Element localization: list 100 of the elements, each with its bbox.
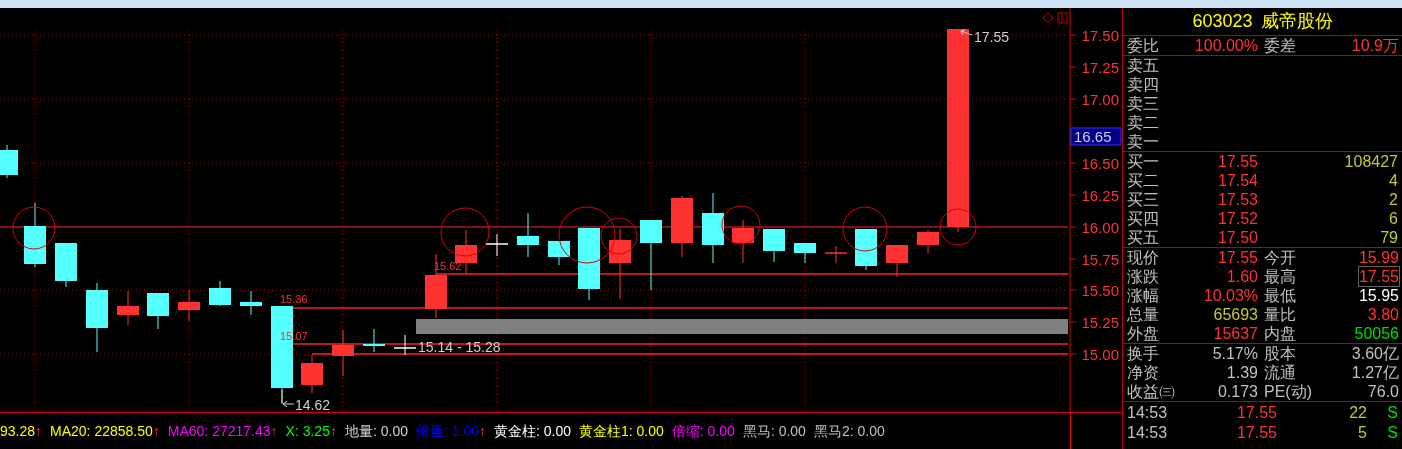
tick-time: 14:53 [1127, 403, 1169, 423]
trend-arrow: ↑ [329, 421, 337, 441]
field-label: 量比 [1264, 305, 1296, 324]
indicator-value: 倍量: 1.00 [415, 421, 479, 441]
tick-side: S [1386, 403, 1398, 423]
indicator-value: 黑马: 0.00 [742, 421, 806, 441]
candlestick [0, 144, 18, 179]
indicator-value: X: 3.25 [285, 421, 330, 441]
candlestick [117, 290, 139, 326]
candlestick [763, 228, 785, 263]
field-value: 100.00% [1194, 36, 1258, 55]
diamond-icon[interactable] [1042, 12, 1054, 24]
bid-price: 17.53 [1216, 190, 1258, 209]
field-label: 卖四 [1127, 76, 1159, 93]
indicator-value: 倍缩: 0.00 [671, 421, 735, 441]
bid-price: 17.55 [1216, 152, 1258, 171]
candlestick [363, 328, 385, 353]
field-label: 卖五 [1127, 57, 1159, 74]
field-label: 卖一 [1127, 133, 1159, 150]
field-value: 50056 [1354, 324, 1399, 343]
indicator-value: 黄金柱: 0.00 [494, 421, 571, 441]
axis-label: 16.50 [1081, 155, 1119, 172]
axis-label: 17.00 [1081, 91, 1119, 108]
tick-price: 17.55 [1235, 403, 1277, 423]
price-label: 15.62 [434, 260, 462, 272]
candlestick [702, 192, 724, 264]
price-label: 15.36 [280, 293, 308, 305]
tick-time: 14:53 [1127, 423, 1169, 443]
indicator-value: 黑马2: 0.00 [813, 421, 885, 441]
indicator-value: MA60: 27217.43 [167, 421, 271, 441]
field-value: 10.9万 [1351, 36, 1399, 55]
candlestick [86, 282, 108, 353]
candlestick [886, 244, 908, 278]
bid-volume: 108427 [1343, 152, 1398, 171]
candlestick [147, 292, 169, 330]
candlestick [917, 229, 939, 254]
circle-marker [440, 207, 490, 257]
field-label: 买五 [1127, 228, 1160, 247]
indicator-value: 地量: 0.00 [344, 421, 408, 441]
field-value: 17.55 [1358, 267, 1399, 286]
bid-volume: 4 [1388, 171, 1398, 190]
candlestick [732, 219, 754, 264]
circle-marker [12, 206, 56, 250]
axis-label: 15.25 [1081, 314, 1119, 331]
trend-arrow: ↑ [270, 421, 278, 441]
candlestick [178, 289, 200, 322]
field-label: 买三 [1127, 190, 1160, 209]
candlestick [640, 219, 662, 291]
field-value: 76.0 [1367, 382, 1399, 401]
field-value: 1.39 [1226, 363, 1258, 382]
axis-label: 17.25 [1081, 59, 1119, 76]
circle-marker [721, 205, 761, 245]
bid-volume: 79 [1379, 228, 1398, 247]
candlestick [609, 228, 631, 300]
field-label: 涨幅 [1127, 286, 1159, 305]
field-value: 1.27亿 [1351, 363, 1399, 382]
candlestick [671, 195, 693, 258]
tick-side: S [1386, 423, 1398, 443]
trend-arrow: ↑ [479, 421, 486, 441]
candlestick [824, 245, 848, 264]
field-label: 涨跌 [1127, 267, 1159, 286]
tick-volume: 5 [1357, 423, 1367, 443]
field-label: 买四 [1127, 209, 1160, 228]
pointer-arrow [960, 29, 973, 36]
field-value: 3.80 [1367, 305, 1399, 324]
pointer-arrow [281, 389, 295, 408]
field-label: 净资 [1127, 363, 1159, 382]
indicator-value: 93.28 [0, 421, 36, 441]
stock-name: 威帝股份 [1260, 12, 1333, 31]
field-label: 换手 [1127, 344, 1159, 363]
field-value: 5.17% [1212, 344, 1258, 363]
field-label: 今开 [1264, 248, 1296, 267]
candlestick [332, 329, 354, 377]
axis-label: 15.00 [1081, 346, 1119, 363]
bid-price: 17.52 [1216, 209, 1258, 228]
candlestick [209, 280, 231, 307]
price-label: 17.55 [974, 29, 1010, 45]
axis-label: 15.75 [1081, 251, 1119, 268]
field-label: 内盘 [1264, 324, 1296, 343]
candlestick [24, 202, 46, 268]
stock-code: 603023 [1192, 12, 1253, 31]
field-label: 卖二 [1127, 114, 1159, 131]
candlestick [485, 233, 509, 257]
indicator-value: MA20: 22858.50 [50, 421, 153, 441]
field-value: 0.173 [1217, 382, 1258, 401]
candlestick [240, 290, 262, 316]
field-value: 10.03% [1203, 286, 1258, 305]
field-label: 买二 [1127, 171, 1160, 190]
field-label: 股本 [1264, 344, 1296, 363]
field-label: 现价 [1127, 248, 1159, 267]
field-value: 15.99 [1358, 248, 1399, 267]
panel-icon[interactable] [1057, 12, 1068, 24]
field-label: 流通 [1264, 363, 1296, 382]
axis-label: 16.00 [1081, 219, 1119, 236]
circle-marker [842, 206, 888, 252]
field-value: 17.55 [1217, 248, 1258, 267]
field-label: PE(动) [1264, 382, 1312, 401]
field-label: 委差 [1264, 36, 1296, 55]
field-value: 3.60亿 [1351, 344, 1399, 363]
tick-volume: 22 [1348, 403, 1367, 423]
